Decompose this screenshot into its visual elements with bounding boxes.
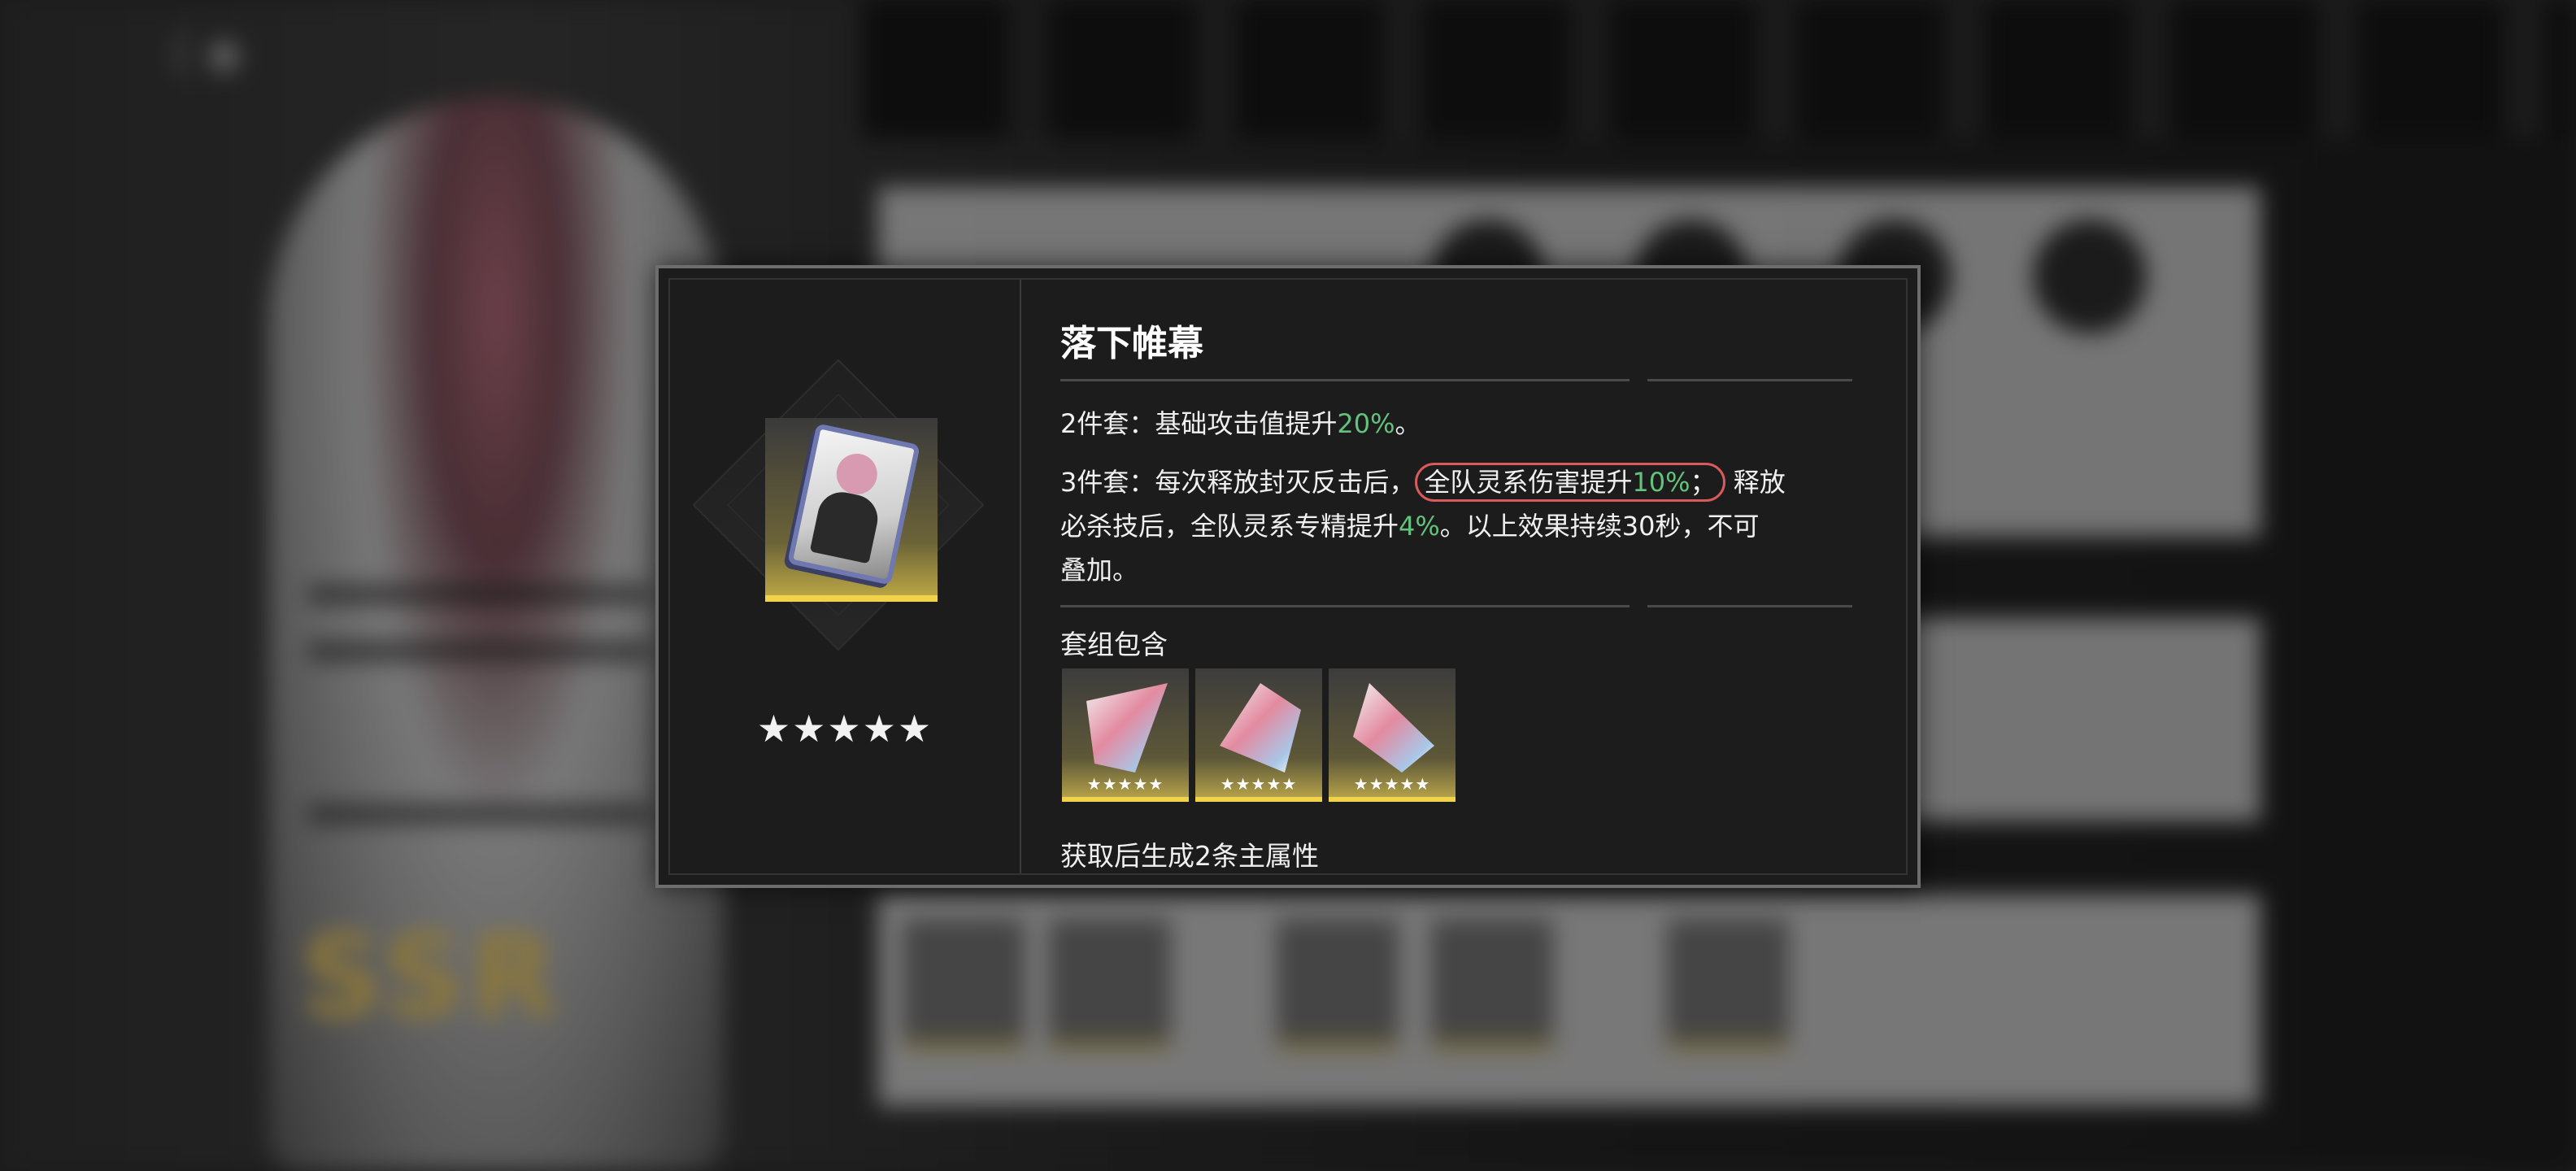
set-icon-column: ★★★★★: [670, 280, 1021, 873]
set-details: 落下帷幕 2件套：基础攻击值提升20%。 3件套：每次释放封灭反击后， 全队灵系伤…: [1020, 280, 1906, 873]
set-pieces-list: ★★★★★ ★★★★★ ★★★★★: [1062, 668, 1456, 802]
effect-3-piece: 3件套：每次释放封灭反击后， 全队灵系伤害提升10%； 释放: [1060, 460, 1786, 504]
effect-3-line-2: 必杀技后，全队灵系专精提升4%。以上效果持续30秒，不可: [1060, 511, 1760, 542]
effect-3-line-3: 叠加。: [1060, 555, 1139, 586]
game-screen: ⟨ ◆ SSR ★★★★★ 落下帷幕 2件套：基础攻击值提升20%。 3件套：每…: [0, 0, 2576, 1171]
shard-icon: [1353, 683, 1434, 773]
rarity-stars: ★★★★★: [756, 707, 933, 751]
modal-frame: ★★★★★ 落下帷幕 2件套：基础攻击值提升20%。 3件套：每次释放封灭反击后…: [668, 278, 1908, 875]
set-icon: [765, 418, 938, 602]
set-info-modal: ★★★★★ 落下帷幕 2件套：基础攻击值提升20%。 3件套：每次释放封灭反击后…: [655, 265, 1921, 888]
shard-icon: [1220, 683, 1301, 773]
set-piece-3[interactable]: ★★★★★: [1329, 668, 1456, 802]
main-attributes-note: 获取后生成2条主属性: [1060, 840, 1319, 872]
divider: [1647, 379, 1852, 381]
set-piece-1[interactable]: ★★★★★: [1062, 668, 1189, 802]
effect-2-piece: 2件套：基础攻击值提升20%。: [1060, 408, 1421, 439]
divider: [1060, 379, 1630, 381]
piece-stars: ★★★★★: [1353, 774, 1431, 794]
set-title: 落下帷幕: [1060, 323, 1203, 364]
set-piece-2[interactable]: ★★★★★: [1195, 668, 1322, 802]
piece-stars: ★★★★★: [1086, 774, 1164, 794]
divider: [1647, 605, 1852, 607]
piece-stars: ★★★★★: [1220, 774, 1298, 794]
divider: [1060, 605, 1630, 607]
set-pieces-label: 套组包含: [1060, 629, 1168, 660]
highlight-circle: 全队灵系伤害提升10%；: [1415, 463, 1725, 502]
card-icon: [787, 423, 920, 586]
shard-icon: [1086, 683, 1168, 773]
